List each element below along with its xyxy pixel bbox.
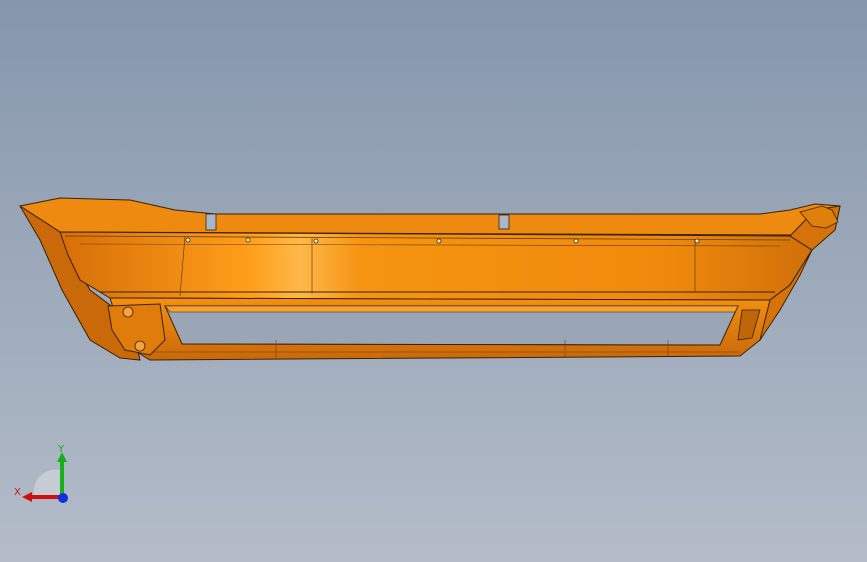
bumper-model[interactable] xyxy=(0,0,867,562)
clip-tab xyxy=(205,213,217,231)
z-axis-icon xyxy=(58,493,68,503)
bumper-front-face xyxy=(59,231,813,301)
coordinate-triad: Y X xyxy=(14,444,68,503)
x-axis-label: X xyxy=(14,487,21,498)
lower-opening-inner-lip xyxy=(164,305,739,313)
bumper-top-rim xyxy=(18,197,841,236)
graphics-viewport[interactable]: Y X xyxy=(0,0,867,562)
y-axis-label: Y xyxy=(57,444,65,455)
triad-plane-icon xyxy=(33,469,60,495)
clip-tab xyxy=(498,214,510,230)
